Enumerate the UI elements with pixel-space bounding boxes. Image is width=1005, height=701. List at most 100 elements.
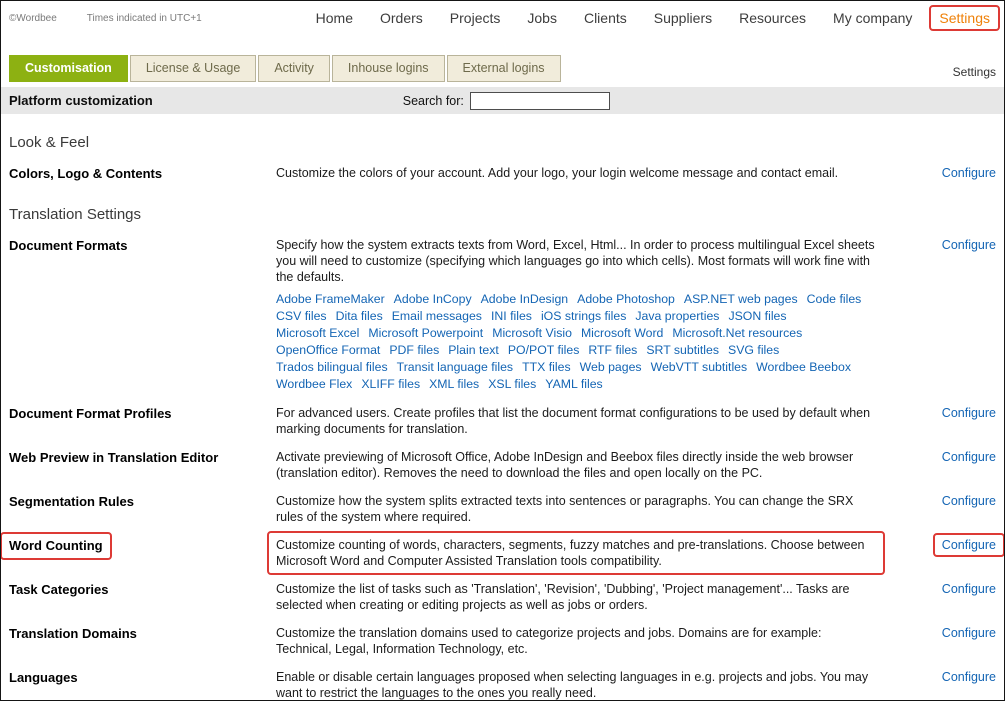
tab-external-logins[interactable]: External logins — [447, 55, 561, 82]
nav-resources[interactable]: Resources — [739, 10, 806, 26]
format-link[interactable]: iOS strings files — [541, 308, 626, 325]
row-label: Word Counting — [9, 537, 276, 554]
format-link[interactable]: PDF files — [389, 342, 439, 359]
format-link[interactable]: Adobe FrameMaker — [276, 291, 385, 308]
format-link[interactable]: SVG files — [728, 342, 779, 359]
format-link[interactable]: Java properties — [635, 308, 719, 325]
format-link[interactable]: Microsoft Excel — [276, 325, 359, 342]
tab-license-usage[interactable]: License & Usage — [130, 55, 257, 82]
configure-link-translation-domains[interactable]: Configure — [942, 625, 996, 640]
format-link[interactable]: PO/POT files — [508, 342, 580, 359]
format-link[interactable]: Dita files — [336, 308, 383, 325]
format-link[interactable]: XSL files — [488, 376, 536, 393]
format-link[interactable]: Microsoft Visio — [492, 325, 572, 342]
format-link[interactable]: JSON files — [728, 308, 786, 325]
settings-row-word-counting: Word Counting Customize counting of word… — [9, 529, 996, 573]
row-label: Web Preview in Translation Editor — [9, 449, 276, 466]
format-link[interactable]: Wordbee Flex — [276, 376, 352, 393]
row-label: Document Formats — [9, 237, 276, 254]
format-link[interactable]: Microsoft Word — [581, 325, 663, 342]
timezone-note: Times indicated in UTC+1 — [87, 13, 202, 24]
tab-inhouse-logins[interactable]: Inhouse logins — [332, 55, 445, 82]
topbar-meta: ©Wordbee Times indicated in UTC+1 — [9, 13, 202, 24]
platform-customization-bar: Platform customization Search for: — [1, 87, 1004, 114]
settings-row-translation-domains: Translation Domains Customize the transl… — [9, 617, 996, 661]
format-link[interactable]: Plain text — [448, 342, 499, 359]
row-description: Activate previewing of Microsoft Office,… — [276, 449, 876, 481]
format-link[interactable]: SRT subtitles — [646, 342, 719, 359]
settings-row-document-format-profiles: Document Format Profiles For advanced us… — [9, 397, 996, 441]
search-input[interactable] — [470, 92, 610, 110]
tabrow-settings-label: Settings — [953, 65, 996, 82]
page-title: Platform customization — [9, 93, 153, 108]
row-description: Enable or disable certain languages prop… — [276, 669, 876, 701]
nav-settings[interactable]: Settings — [929, 5, 1000, 31]
nav-clients[interactable]: Clients — [584, 10, 627, 26]
format-link[interactable]: CSV files — [276, 308, 327, 325]
format-link[interactable]: RTF files — [588, 342, 637, 359]
configure-link-web-preview[interactable]: Configure — [942, 449, 996, 464]
row-description: Customize how the system splits extracte… — [276, 493, 876, 525]
row-label: Colors, Logo & Contents — [9, 165, 276, 182]
format-link[interactable]: Adobe InDesign — [481, 291, 569, 308]
row-label: Segmentation Rules — [9, 493, 276, 510]
section-heading-translation-settings: Translation Settings — [9, 206, 996, 223]
configure-link-document-formats[interactable]: Configure — [942, 237, 996, 252]
nav-suppliers[interactable]: Suppliers — [654, 10, 712, 26]
format-link[interactable]: XML files — [429, 376, 479, 393]
tab-bar: Customisation License & Usage Activity I… — [1, 35, 1004, 82]
format-link[interactable]: Adobe InCopy — [394, 291, 472, 308]
nav-jobs[interactable]: Jobs — [527, 10, 557, 26]
format-link[interactable]: Transit language files — [397, 359, 513, 376]
format-link[interactable]: Trados bilingual files — [276, 359, 388, 376]
configure-link-languages[interactable]: Configure — [942, 669, 996, 684]
section-heading-look-and-feel: Look & Feel — [9, 134, 996, 151]
configure-link-segmentation-rules[interactable]: Configure — [942, 493, 996, 508]
format-link[interactable]: INI files — [491, 308, 532, 325]
brand-label: ©Wordbee — [9, 13, 57, 24]
format-link[interactable]: TTX files — [522, 359, 571, 376]
nav-home[interactable]: Home — [316, 10, 353, 26]
configure-link-word-counting[interactable]: Configure — [942, 537, 996, 552]
format-link[interactable]: Email messages — [392, 308, 482, 325]
configure-link-task-categories[interactable]: Configure — [942, 581, 996, 596]
row-label: Task Categories — [9, 581, 276, 598]
word-counting-configure-highlight: Configure — [933, 533, 1005, 557]
settings-row-document-formats: Document Formats Specify how the system … — [9, 229, 996, 397]
format-link[interactable]: WebVTT subtitles — [651, 359, 748, 376]
nav-orders[interactable]: Orders — [380, 10, 423, 26]
format-link[interactable]: YAML files — [545, 376, 602, 393]
configure-link-document-format-profiles[interactable]: Configure — [942, 405, 996, 420]
format-link[interactable]: Microsoft.Net resources — [672, 325, 802, 342]
format-link[interactable]: XLIFF files — [361, 376, 420, 393]
settings-content: Look & Feel Colors, Logo & Contents Cust… — [1, 134, 1004, 701]
format-link[interactable]: Web pages — [580, 359, 642, 376]
row-description: Customize the translation domains used t… — [276, 625, 876, 657]
format-link[interactable]: Wordbee Beebox — [756, 359, 851, 376]
settings-row-web-preview: Web Preview in Translation Editor Activa… — [9, 441, 996, 485]
search-area: Search for: — [403, 92, 610, 110]
format-link[interactable]: Code files — [807, 291, 862, 308]
document-formats-description: Specify how the system extracts texts fr… — [276, 237, 876, 285]
settings-row-segmentation-rules: Segmentation Rules Customize how the sys… — [9, 485, 996, 529]
settings-row-colors-logo-contents: Colors, Logo & Contents Customize the co… — [9, 157, 996, 186]
format-link[interactable]: OpenOffice Format — [276, 342, 380, 359]
settings-row-task-categories: Task Categories Customize the list of ta… — [9, 573, 996, 617]
search-label: Search for: — [403, 94, 464, 108]
row-description: Customize the colors of your account. Ad… — [276, 165, 876, 181]
tab-activity[interactable]: Activity — [258, 55, 330, 82]
row-description: Customize counting of words, characters,… — [276, 537, 876, 569]
nav-my-company[interactable]: My company — [833, 10, 912, 26]
format-link[interactable]: ASP.NET web pages — [684, 291, 798, 308]
format-link[interactable]: Adobe Photoshop — [577, 291, 675, 308]
row-description: Specify how the system extracts texts fr… — [276, 237, 876, 393]
row-label: Translation Domains — [9, 625, 276, 642]
document-format-links: Adobe FrameMaker Adobe InCopy Adobe InDesi… — [276, 291, 876, 393]
tab-customisation[interactable]: Customisation — [9, 55, 128, 82]
format-link[interactable]: Microsoft Powerpoint — [368, 325, 483, 342]
configure-link-colors-logo-contents[interactable]: Configure — [942, 165, 996, 180]
word-counting-label-highlight: Word Counting — [0, 532, 112, 560]
app-window: ©Wordbee Times indicated in UTC+1 Home O… — [0, 0, 1005, 701]
row-label: Document Format Profiles — [9, 405, 276, 422]
nav-projects[interactable]: Projects — [450, 10, 501, 26]
